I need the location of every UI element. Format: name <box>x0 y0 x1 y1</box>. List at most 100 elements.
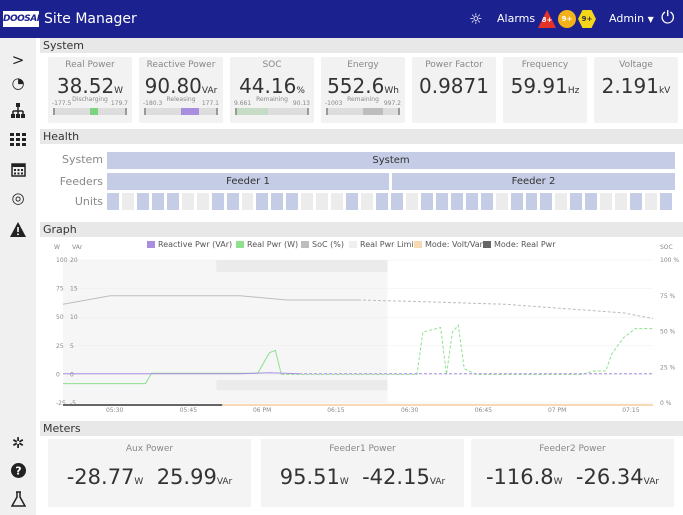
unit-health-cell[interactable] <box>271 193 284 210</box>
unit-health-cell[interactable] <box>555 193 568 210</box>
y-axis-w-label: W <box>54 244 60 251</box>
sidebar: > ◔ ◎ ✲ ? <box>0 38 36 515</box>
level-bar-fill <box>90 108 98 115</box>
target-icon[interactable]: ◎ <box>0 187 36 209</box>
unit-health-cell[interactable] <box>465 193 478 210</box>
unit-health-cell[interactable] <box>420 193 433 210</box>
unit-health-cell[interactable] <box>211 193 224 210</box>
y-tick-soc: 50 % <box>660 329 676 336</box>
system-card-real-power: Real Power 38.52W -177.5 179.7 Discharging <box>48 57 132 123</box>
card-unit: kV <box>658 86 671 96</box>
unit-health-cell[interactable] <box>435 193 448 210</box>
critical-alarm-badge[interactable]: 8+ <box>538 10 556 28</box>
meter-title: Aux Power <box>125 444 174 454</box>
unit-health-cell[interactable] <box>331 193 344 210</box>
unit-health-cell[interactable] <box>301 193 314 210</box>
y-tick-soc: 75 % <box>660 293 676 300</box>
unit-health-cell[interactable] <box>226 193 239 210</box>
unit-health-cell[interactable] <box>600 193 613 210</box>
y-axis-var-label: VAr <box>72 244 83 251</box>
card-unit: Hz <box>567 86 580 96</box>
unit-health-cell[interactable] <box>405 193 418 210</box>
unit-health-cell[interactable] <box>630 193 643 210</box>
x-tick-label: 06:30 <box>401 407 418 414</box>
app-title: Site Manager <box>44 11 137 27</box>
unit-health-cell[interactable] <box>181 193 194 210</box>
expand-icon[interactable]: > <box>0 49 36 71</box>
settings-icon[interactable]: ✲ <box>0 432 36 454</box>
meter-var-unit: VAr <box>643 477 660 487</box>
sun-icon[interactable]: ☼ <box>469 10 482 28</box>
meter-w-unit: W <box>339 477 349 487</box>
unit-health-cell[interactable] <box>495 193 508 210</box>
mode-real-pwr-strip <box>63 404 223 406</box>
unit-health-cell[interactable] <box>376 193 388 210</box>
unit-health-cell[interactable] <box>525 193 538 210</box>
x-tick-label: 05:30 <box>106 407 123 414</box>
meter-card-feeder2-power: Feeder2 Power -116.8W -26.34VAr <box>471 439 674 507</box>
alarms-label[interactable]: Alarms <box>497 11 535 27</box>
unit-health-cell[interactable] <box>361 193 374 210</box>
unit-health-cell[interactable] <box>391 193 403 210</box>
card-unit: W <box>114 86 124 96</box>
y-tick-soc: 25 % <box>660 364 676 371</box>
unit-health-cell[interactable] <box>540 193 553 210</box>
y-tick-w: 100 <box>56 257 68 264</box>
plot-area <box>387 260 653 403</box>
unit-health-cell[interactable] <box>660 193 672 210</box>
unit-health-cell[interactable] <box>346 193 359 210</box>
major-alarm-badge[interactable]: 9+ <box>558 10 576 28</box>
x-tick-label: 06 PM <box>253 407 271 414</box>
unit-health-cell[interactable] <box>450 193 463 210</box>
lab-icon[interactable] <box>0 487 36 509</box>
sitemap-icon[interactable] <box>0 99 36 121</box>
x-tick-label: 06:45 <box>475 407 492 414</box>
unit-health-cell[interactable] <box>121 193 134 210</box>
feeder-2-health-bar[interactable]: Feeder 2 <box>392 173 675 190</box>
unit-health-cell[interactable] <box>480 193 493 210</box>
unit-health-cell[interactable] <box>256 193 269 210</box>
unit-health-cell[interactable] <box>166 193 179 210</box>
unit-health-cell[interactable] <box>151 193 164 210</box>
level-bar <box>235 108 309 115</box>
warning-icon[interactable] <box>0 218 36 240</box>
mode-label: Releasing <box>166 96 196 103</box>
y-tick-var: 10 <box>70 314 78 321</box>
meter-w-unit: W <box>553 477 563 487</box>
graph-chart[interactable]: W VAr SOC1007550250-2520151050-5100 %75 %5… <box>40 238 683 418</box>
system-health-bar[interactable]: System <box>107 152 675 169</box>
unit-health-cell[interactable] <box>241 193 254 210</box>
unit-health-cell[interactable] <box>196 193 209 210</box>
health-system-label: System <box>61 153 103 166</box>
meter-card-aux-power: Aux Power -28.77W 25.99VAr <box>48 439 251 507</box>
calendar-icon[interactable] <box>0 158 36 180</box>
unit-health-cell[interactable] <box>510 193 523 210</box>
unit-health-cell[interactable] <box>645 193 658 210</box>
system-card-voltage: Voltage 2.191kV <box>594 57 678 123</box>
feeder-1-health-bar[interactable]: Feeder 1 <box>107 173 389 190</box>
power-icon[interactable]: ⏻ <box>661 8 674 28</box>
y-tick-var: 20 <box>70 257 78 264</box>
unit-health-cell[interactable] <box>316 193 329 210</box>
unit-health-cell[interactable] <box>286 193 299 210</box>
y-tick-w: 0 <box>56 371 60 378</box>
card-value: 38.52W <box>56 74 124 98</box>
unit-health-cell[interactable] <box>136 193 149 210</box>
unit-health-cell[interactable] <box>585 193 598 210</box>
user-menu[interactable]: Admin ▼ <box>609 11 654 28</box>
x-tick-label: 07:15 <box>622 407 639 414</box>
card-title: Reactive Power <box>146 60 216 70</box>
chevron-down-icon: ▼ <box>647 15 654 24</box>
meter-w-value: -28.77 <box>66 465 135 489</box>
dashboard-icon[interactable]: ◔ <box>0 72 36 94</box>
y-tick-w: 75 <box>56 286 64 293</box>
unit-health-cell[interactable] <box>615 193 628 210</box>
minor-alarm-badge[interactable]: 9+ <box>578 10 596 28</box>
level-bar-fill <box>181 108 199 115</box>
unit-health-cell[interactable] <box>107 193 119 210</box>
help-icon[interactable]: ? <box>0 459 36 481</box>
mode-volt-var-strip <box>222 404 654 406</box>
unit-health-cell[interactable] <box>570 193 583 210</box>
grid-icon[interactable] <box>0 128 36 150</box>
system-card-frequency: Frequency 59.91Hz <box>503 57 587 123</box>
